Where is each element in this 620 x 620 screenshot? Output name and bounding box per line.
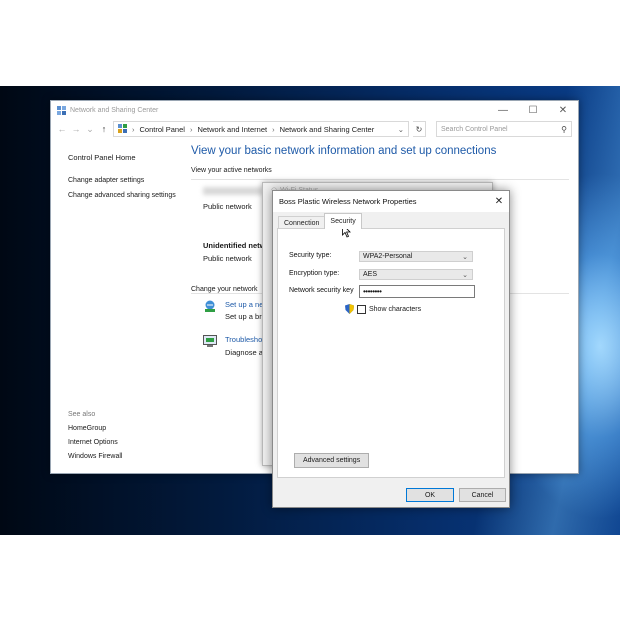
sidebar-item-adapter-settings[interactable]: Change adapter settings	[68, 176, 178, 186]
advanced-settings-button[interactable]: Advanced settings	[294, 453, 370, 468]
security-type-select[interactable]: WPA2-Personal ⌄	[359, 251, 473, 262]
show-characters-row: Show characters	[345, 304, 421, 314]
see-also-homegroup[interactable]: HomeGroup	[68, 422, 122, 436]
window-titlebar[interactable]: Network and Sharing Center — ☐ ✕	[51, 101, 578, 119]
shield-icon	[345, 304, 354, 314]
properties-tabs: Connection Security	[273, 212, 509, 229]
show-characters-label: Show characters	[369, 305, 422, 313]
breadcrumb-separator-icon: ›	[132, 124, 135, 134]
up-arrow-icon[interactable]: ↑	[99, 124, 109, 134]
show-characters-checkbox[interactable]	[357, 304, 366, 314]
active-networks-label: View your active networks	[191, 167, 272, 174]
change-network-label: Change your network	[191, 286, 258, 293]
network2-name: Unidentified netw	[203, 241, 266, 250]
maximize-button[interactable]: ☐	[518, 105, 548, 116]
troubleshoot-desc: Diagnose an	[225, 348, 268, 357]
network-center-icon	[57, 105, 66, 115]
address-dropdown-icon[interactable]: ⌄	[398, 125, 404, 134]
see-also-label: See also	[68, 411, 96, 418]
page-heading: View your basic network information and …	[191, 145, 497, 157]
network-key-field[interactable]: ••••••••	[359, 285, 475, 298]
forward-arrow-icon[interactable]: →	[71, 124, 81, 134]
ok-button[interactable]: OK	[406, 488, 454, 502]
properties-close-button[interactable]: ✕	[489, 196, 509, 207]
address-bar[interactable]: › Control Panel › Network and Internet ›…	[113, 121, 409, 137]
network2-type: Public network	[203, 254, 252, 263]
properties-title: Boss Plastic Wireless Network Properties	[279, 197, 417, 206]
setup-connection-desc: Set up a bro	[225, 312, 266, 321]
control-panel-icon	[118, 123, 127, 135]
close-button[interactable]: ✕	[548, 105, 578, 116]
chevron-down-icon: ⌄	[462, 253, 468, 261]
divider	[191, 179, 569, 180]
see-also-windows-firewall[interactable]: Windows Firewall	[68, 450, 122, 464]
back-arrow-icon[interactable]: ←	[57, 124, 67, 134]
breadcrumb-control-panel[interactable]: Control Panel	[140, 125, 185, 134]
setup-connection-icon	[203, 299, 217, 313]
recent-chevron-icon[interactable]: ⌄	[85, 124, 95, 135]
troubleshoot-icon	[203, 335, 217, 347]
sidebar: Control Panel Home Change adapter settin…	[68, 153, 178, 206]
window-title: Network and Sharing Center	[70, 106, 159, 114]
security-type-label: Security type:	[289, 252, 332, 259]
breadcrumb-separator-icon: ›	[272, 124, 275, 134]
minimize-button[interactable]: —	[488, 105, 518, 116]
refresh-icon[interactable]: ↻	[413, 121, 426, 137]
chevron-down-icon: ⌄	[462, 271, 468, 279]
sidebar-item-home[interactable]: Control Panel Home	[68, 153, 178, 163]
troubleshoot-link[interactable]: Troubleshoo	[225, 335, 266, 344]
search-input[interactable]: Search Control Panel ⚲	[436, 121, 572, 137]
security-type-value: WPA2-Personal	[363, 253, 413, 260]
properties-titlebar[interactable]: Boss Plastic Wireless Network Properties…	[273, 191, 509, 212]
encryption-type-value: AES	[363, 271, 378, 278]
blurred-network-name	[203, 187, 263, 195]
cancel-button[interactable]: Cancel	[459, 488, 506, 502]
breadcrumb-network-internet[interactable]: Network and Internet	[197, 125, 267, 134]
tab-security[interactable]: Security	[324, 213, 362, 229]
search-placeholder: Search Control Panel	[441, 125, 508, 133]
network1-type: Public network	[203, 202, 252, 211]
encryption-type-select[interactable]: AES ⌄	[359, 269, 473, 280]
security-tab-panel: Security type: WPA2-Personal ⌄ Encryptio…	[277, 228, 505, 478]
see-also-section: See also HomeGroup Internet Options Wind…	[68, 408, 122, 464]
network-key-label: Network security key	[289, 287, 354, 294]
encryption-type-label: Encryption type:	[289, 270, 340, 277]
address-row: ← → ⌄ ↑ › Control Panel › Network and In…	[51, 119, 578, 139]
see-also-internet-options[interactable]: Internet Options	[68, 436, 122, 450]
sidebar-item-advanced-sharing[interactable]: Change advanced sharing settings	[68, 191, 178, 201]
breadcrumb-separator-icon: ›	[189, 124, 193, 134]
search-icon[interactable]: ⚲	[561, 125, 567, 134]
network-properties-dialog: Boss Plastic Wireless Network Properties…	[272, 190, 510, 508]
breadcrumb-network-sharing[interactable]: Network and Sharing Center	[280, 125, 375, 134]
